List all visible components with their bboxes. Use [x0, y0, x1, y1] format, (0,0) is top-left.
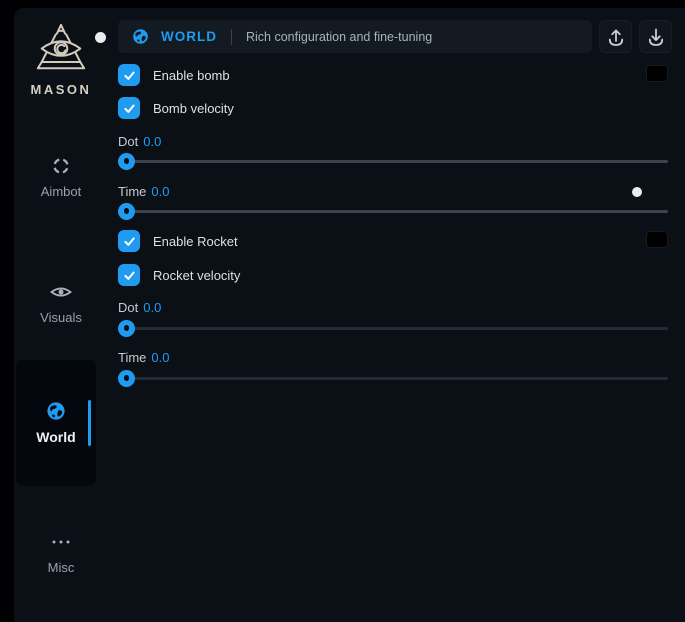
ellipsis-icon: [51, 532, 71, 552]
active-tab-indicator: [88, 400, 91, 446]
slider-value: 0.0: [151, 350, 169, 365]
rocket-time-label: Time 0.0: [118, 350, 169, 365]
sidebar-item-label: Aimbot: [41, 184, 81, 199]
slider-thumb[interactable]: [118, 370, 135, 387]
slider-value: 0.0: [143, 134, 161, 149]
cursor-dot: [95, 32, 106, 43]
rocket-time-slider[interactable]: [118, 369, 668, 387]
page-header: WORLD Rich configuration and fine-tuning: [118, 20, 592, 53]
page-subtitle: Rich configuration and fine-tuning: [246, 30, 432, 44]
enable-rocket-checkbox[interactable]: [118, 230, 140, 252]
enable-bomb-checkbox[interactable]: [118, 64, 140, 86]
bomb-color-swatch[interactable]: [646, 65, 668, 82]
mason-logo-icon: [32, 22, 90, 76]
slider-track[interactable]: [118, 377, 668, 380]
header-divider: [231, 29, 232, 45]
slider-value: 0.0: [143, 300, 161, 315]
rocket-color-swatch[interactable]: [646, 231, 668, 248]
slider-name: Time: [118, 350, 146, 365]
bomb-velocity-label: Bomb velocity: [153, 101, 234, 116]
sidebar: MASON Aimbot Visuals: [14, 8, 108, 622]
eye-icon: [50, 282, 72, 302]
sidebar-item-label: Misc: [48, 560, 75, 575]
slider-name: Dot: [118, 300, 138, 315]
bomb-dot-slider[interactable]: [118, 152, 668, 170]
slider-name: Time: [118, 184, 146, 199]
sidebar-item-visuals[interactable]: Visuals: [14, 282, 108, 325]
slider-thumb[interactable]: [118, 203, 135, 220]
brand-logo: MASON: [14, 22, 108, 97]
slider-thumb[interactable]: [118, 320, 135, 337]
slider-name: Dot: [118, 134, 138, 149]
brand-name: MASON: [31, 82, 92, 97]
upload-icon: [605, 26, 627, 48]
sidebar-item-world[interactable]: World: [16, 360, 96, 486]
globe-icon: [132, 28, 149, 45]
bomb-dot-label: Dot 0.0: [118, 134, 161, 149]
checkmark-icon: [122, 234, 137, 249]
slider-thumb-dot: [124, 375, 130, 381]
rocket-velocity-checkbox[interactable]: [118, 264, 140, 286]
screen: MASON Aimbot Visuals: [0, 0, 685, 622]
app-window: MASON Aimbot Visuals: [14, 8, 685, 622]
bomb-time-slider[interactable]: [118, 202, 668, 220]
slider-thumb[interactable]: [118, 153, 135, 170]
download-button[interactable]: [639, 20, 672, 53]
rocket-dot-label: Dot 0.0: [118, 300, 161, 315]
page-title: WORLD: [161, 29, 217, 44]
enable-rocket-row: Enable Rocket: [118, 230, 238, 252]
slider-track[interactable]: [118, 210, 668, 213]
rocket-velocity-row: Rocket velocity: [118, 264, 240, 286]
globe-icon: [46, 401, 66, 421]
bomb-velocity-checkbox[interactable]: [118, 97, 140, 119]
cursor-dot: [632, 187, 642, 197]
slider-thumb-dot: [124, 325, 130, 331]
checkmark-icon: [122, 268, 137, 283]
slider-track[interactable]: [118, 160, 668, 163]
slider-thumb-dot: [124, 208, 130, 214]
slider-track[interactable]: [118, 327, 668, 330]
enable-bomb-label: Enable bomb: [153, 68, 230, 83]
bomb-velocity-row: Bomb velocity: [118, 97, 234, 119]
slider-thumb-dot: [124, 158, 130, 164]
crosshair-icon: [51, 156, 71, 176]
bomb-time-label: Time 0.0: [118, 184, 169, 199]
sidebar-item-misc[interactable]: Misc: [14, 532, 108, 575]
rocket-dot-slider[interactable]: [118, 319, 668, 337]
checkmark-icon: [122, 68, 137, 83]
enable-rocket-label: Enable Rocket: [153, 234, 238, 249]
rocket-velocity-label: Rocket velocity: [153, 268, 240, 283]
enable-bomb-row: Enable bomb: [118, 64, 230, 86]
download-icon: [645, 26, 667, 48]
sidebar-item-label: Visuals: [40, 310, 82, 325]
sidebar-item-label: World: [36, 429, 75, 445]
slider-value: 0.0: [151, 184, 169, 199]
sidebar-item-aimbot[interactable]: Aimbot: [14, 156, 108, 199]
checkmark-icon: [122, 101, 137, 116]
upload-button[interactable]: [599, 20, 632, 53]
